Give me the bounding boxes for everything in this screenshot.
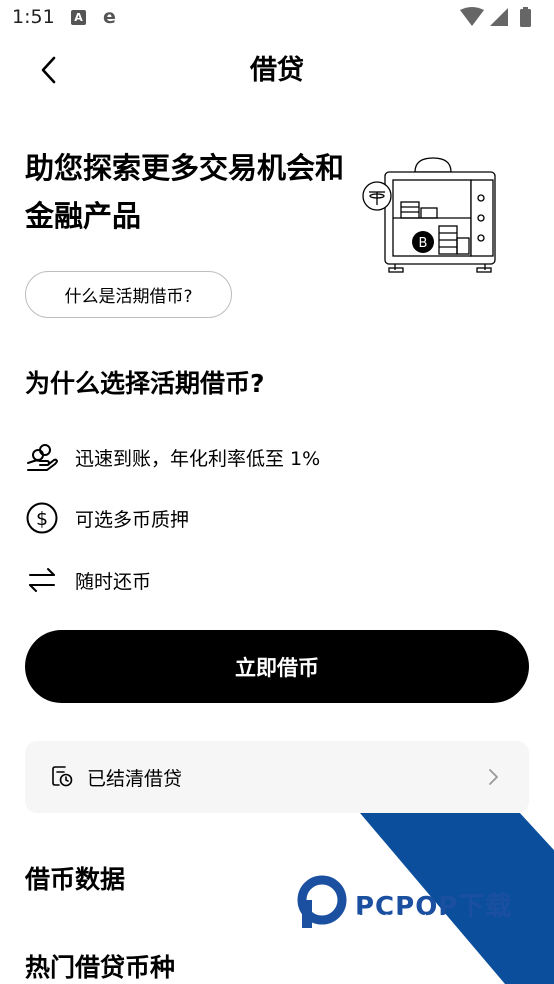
watermark-sub: PCPOP Download [356, 914, 448, 924]
a-icon: A [71, 10, 86, 25]
battery-icon [520, 9, 531, 27]
feature-text: 可选多币质押 [75, 509, 190, 531]
svg-text:$: $ [36, 508, 48, 530]
svg-text:B: B [419, 236, 428, 251]
popular-coins-title: 热门借贷币种 [25, 953, 176, 982]
clock-doc-icon [52, 766, 73, 787]
feature-text: 迅速到账，年化利率低至 1% [75, 448, 321, 470]
cleared-loans-label: 已结清借贷 [87, 768, 183, 790]
chevron-right-icon [489, 769, 498, 785]
cleared-loans-row[interactable]: 已结清借贷 [25, 741, 529, 813]
what-is-flexible-loan-button[interactable]: 什么是活期借币? [25, 271, 232, 318]
status-icons [460, 7, 531, 27]
signal-icon [490, 8, 508, 26]
dollar-circle-icon: $ [26, 502, 58, 534]
feature-text: 随时还币 [75, 571, 152, 593]
vault-illustration: B [362, 157, 496, 273]
borrow-data-title: 借币数据 [25, 865, 126, 894]
why-title: 为什么选择活期借币? [25, 369, 265, 398]
hero-title: 助您探索更多交易机会和金融产品 [25, 151, 345, 233]
pcpop-logo-icon [297, 875, 347, 928]
wifi-icon [460, 7, 484, 26]
status-time: 1:51 [12, 6, 55, 28]
borrow-now-button[interactable]: 立即借币 [25, 630, 529, 703]
e-icon: e [103, 6, 116, 28]
coins-hand-icon [27, 444, 58, 471]
page-title: 借贷 [250, 55, 304, 86]
swap-arrows-icon [29, 568, 55, 592]
